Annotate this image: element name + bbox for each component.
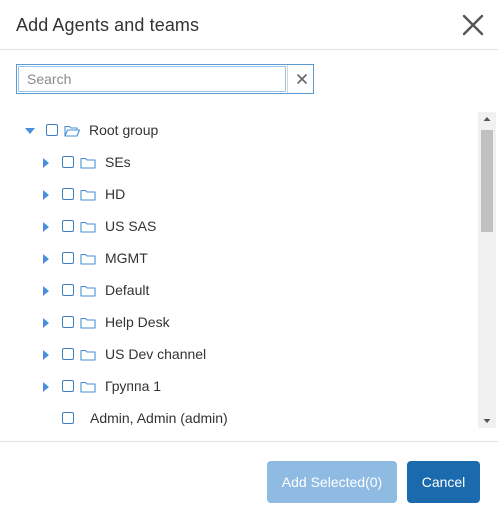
tree-node-root-group[interactable]: Root group — [24, 114, 158, 146]
folder-icon — [80, 316, 96, 329]
tree-node-label: SEs — [105, 154, 131, 170]
folder-icon — [80, 348, 96, 361]
scroll-up-arrow-icon[interactable] — [478, 112, 496, 126]
checkbox[interactable] — [62, 284, 74, 296]
tree-view: Root group SEs HD US SAS MGMT Default He… — [0, 112, 478, 430]
checkbox[interactable] — [62, 252, 74, 264]
scrollbar[interactable] — [478, 112, 496, 428]
checkbox[interactable] — [62, 188, 74, 200]
folder-icon — [80, 156, 96, 169]
checkbox[interactable] — [62, 380, 74, 392]
tree-node-group[interactable]: Группа 1 — [40, 370, 161, 402]
tree-node-group[interactable]: Help Desk — [40, 306, 170, 338]
folder-icon — [80, 252, 96, 265]
checkbox[interactable] — [62, 348, 74, 360]
clear-icon[interactable] — [287, 65, 315, 93]
chevron-right-icon[interactable] — [40, 316, 52, 328]
cancel-button[interactable]: Cancel — [407, 461, 480, 503]
tree-node-label: Root group — [89, 122, 159, 138]
checkbox[interactable] — [62, 316, 74, 328]
tree-node-group[interactable]: US Dev channel — [40, 338, 206, 370]
tree-node-label: US Dev channel — [105, 346, 207, 362]
chevron-right-icon[interactable] — [40, 380, 52, 392]
chevron-right-icon[interactable] — [40, 156, 52, 168]
close-icon[interactable] — [460, 12, 486, 38]
checkbox[interactable] — [46, 124, 58, 136]
scroll-down-arrow-icon[interactable] — [478, 414, 496, 428]
folder-icon — [80, 188, 96, 201]
tree-node-label: Help Desk — [105, 314, 170, 330]
checkbox[interactable] — [62, 412, 74, 424]
chevron-right-icon[interactable] — [40, 284, 52, 296]
tree-node-group[interactable]: HD — [40, 178, 125, 210]
scrollbar-thumb[interactable] — [481, 130, 493, 232]
tree-node-label: Default — [105, 282, 150, 298]
tree-node-label: Группа 1 — [105, 378, 162, 394]
folder-icon — [80, 220, 96, 233]
dialog-header: Add Agents and teams — [0, 0, 498, 50]
tree-node-group[interactable]: US SAS — [40, 210, 156, 242]
tree-node-label: Admin, Admin (admin) — [90, 410, 228, 426]
tree-node-label: US SAS — [105, 218, 157, 234]
chevron-right-icon[interactable] — [40, 252, 52, 264]
checkbox[interactable] — [62, 220, 74, 232]
search-box — [16, 64, 314, 94]
tree-node-group[interactable]: MGMT — [40, 242, 148, 274]
folder-open-icon — [64, 124, 81, 137]
tree-node-label: MGMT — [105, 250, 148, 266]
tree-node-group[interactable]: Default — [40, 274, 149, 306]
search-input[interactable] — [18, 66, 286, 92]
chevron-right-icon[interactable] — [40, 220, 52, 232]
dialog-title: Add Agents and teams — [16, 15, 200, 35]
tree-node-label: HD — [105, 186, 126, 202]
dialog-footer: Add Selected(0) Cancel — [0, 441, 498, 521]
chevron-down-icon[interactable] — [24, 124, 36, 136]
tree-node-group[interactable]: SEs — [40, 146, 131, 178]
folder-icon — [80, 284, 96, 297]
add-selected-button[interactable]: Add Selected(0) — [267, 461, 397, 503]
tree-node-agent[interactable]: Admin, Admin (admin) — [62, 402, 228, 430]
folder-icon — [80, 380, 96, 393]
chevron-right-icon[interactable] — [40, 188, 52, 200]
chevron-right-icon[interactable] — [40, 348, 52, 360]
checkbox[interactable] — [62, 156, 74, 168]
